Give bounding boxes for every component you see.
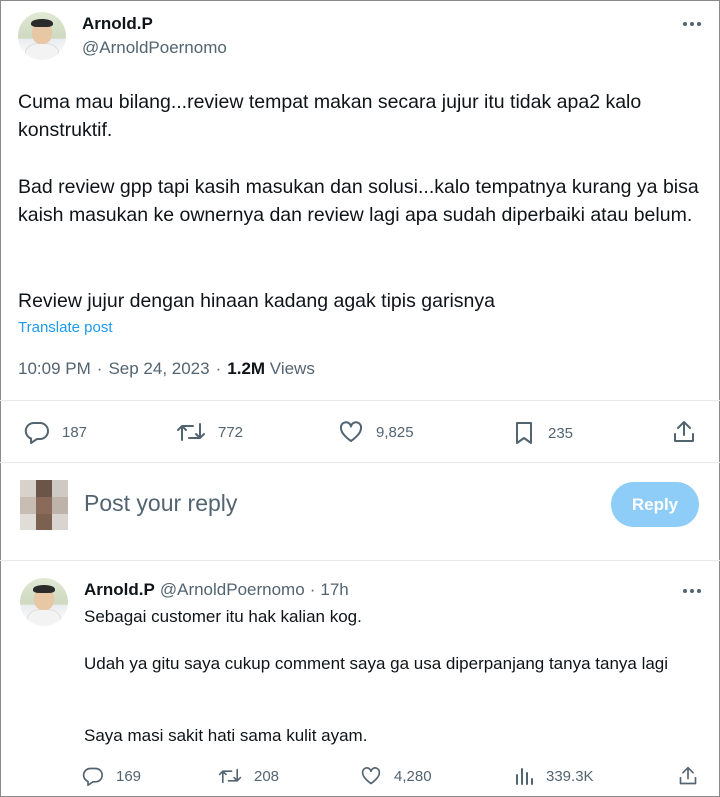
reply-header: Arnold.P @ArnoldPoernomo · 17h [84,580,349,600]
author-avatar[interactable] [18,12,66,60]
meta-separator: · [309,580,316,599]
repost-action[interactable]: 772 [176,420,243,444]
share-icon [674,421,694,442]
reply-paragraph: Sebagai customer itu hak kalian kog. [84,607,362,626]
reply-author-name[interactable]: Arnold.P [84,580,155,600]
reply-count: 187 [62,423,88,441]
tweet-paragraph: Review jujur dengan hinaan kadang agak t… [18,290,495,312]
reply-icon [24,421,49,444]
more-options-icon[interactable] [683,22,701,26]
reply-share-action[interactable] [678,766,698,786]
translate-post-link[interactable]: Translate post [18,319,113,336]
reply-like-action[interactable]: 4,280 [360,766,432,786]
bookmark-action[interactable]: 235 [512,420,573,446]
reply-more-options-icon[interactable] [683,589,701,593]
heart-icon [339,421,363,442]
tweet-meta: 10:09 PM · Sep 24, 2023 · 1.2M Views [18,359,315,379]
author-name[interactable]: Arnold.P [82,14,153,34]
reply-reply-count: 169 [116,767,142,785]
meta-separator: · [215,359,222,378]
divider [0,400,720,401]
tweet-date[interactable]: Sep 24, 2023 [108,359,209,379]
reply-views-count: 339.3K [546,767,594,785]
share-action[interactable] [672,420,696,444]
heart-icon [361,767,381,785]
tweet-paragraph: Bad review gpp tapi kasih masukan dan so… [18,176,699,226]
reply-author-avatar[interactable] [20,578,68,626]
bookmark-icon [516,422,532,444]
reply-paragraph: Saya masi sakit hati sama kulit ayam. [84,726,368,745]
divider [0,560,720,561]
tweet-paragraph: Cuma mau bilang...review tempat makan se… [18,91,642,141]
views-label: Views [269,359,315,378]
reply-paragraph: Udah ya gitu saya cukup comment saya ga … [84,654,669,673]
like-count: 9,825 [376,423,414,441]
like-action[interactable]: 9,825 [338,420,414,444]
current-user-avatar [20,480,68,530]
reply-views-action[interactable]: 339.3K [514,766,594,786]
reply-repost-count: 208 [254,767,280,785]
tweet-time[interactable]: 10:09 PM [18,359,91,379]
repost-icon [218,768,242,784]
analytics-icon [516,768,533,785]
views-count: 1.2M [227,359,266,378]
reply-reply-action[interactable]: 169 [82,766,141,786]
reply-repost-action[interactable]: 208 [218,766,279,786]
reply-input[interactable]: Post your reply [84,490,237,517]
bookmark-count: 235 [548,424,574,442]
share-icon [679,766,697,785]
repost-count: 772 [218,423,244,441]
meta-separator: · [96,359,103,378]
reply-author-handle[interactable]: @ArnoldPoernomo [160,580,305,600]
reply-icon [82,767,103,786]
author-handle[interactable]: @ArnoldPoernomo [82,38,227,58]
reply-like-count: 4,280 [394,767,432,785]
divider [0,462,720,463]
repost-icon [177,423,205,441]
reply-age[interactable]: 17h [320,580,348,600]
reply-button[interactable]: Reply [611,482,699,527]
reply-action[interactable]: 187 [24,420,87,444]
